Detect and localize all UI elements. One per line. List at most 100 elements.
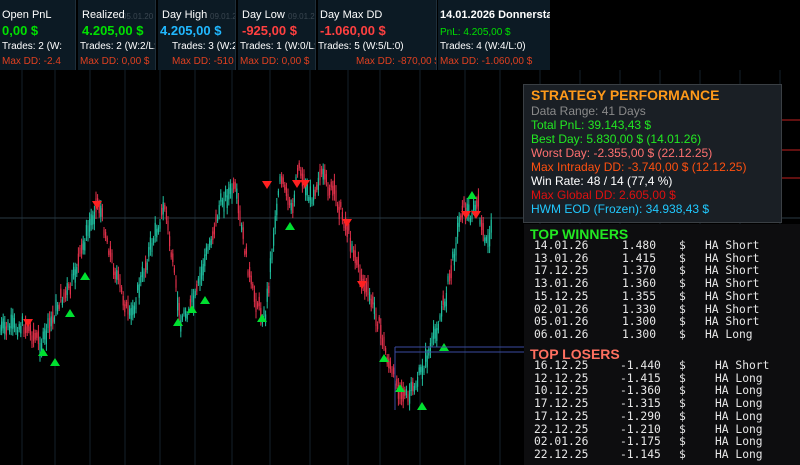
candle-body xyxy=(369,292,371,301)
candle-body xyxy=(125,301,127,307)
candle-body xyxy=(298,162,300,169)
sell-arrow-icon xyxy=(357,281,367,289)
candle-body xyxy=(213,226,215,235)
candle-body xyxy=(33,328,35,342)
candle-body xyxy=(346,226,348,237)
sell-arrow-icon xyxy=(292,180,302,188)
performance-title: STRATEGY PERFORMANCE xyxy=(531,87,720,103)
row-cur: $ xyxy=(679,302,686,316)
candle-body xyxy=(221,200,223,205)
row-cur: $ xyxy=(679,422,686,436)
row-amount: 1.300 xyxy=(622,315,657,329)
candle-body xyxy=(157,227,159,233)
candle-body xyxy=(133,306,135,314)
session-pnl: PnL: 4.205,00 $ xyxy=(440,27,511,38)
candle-body xyxy=(308,197,310,202)
session-dates: 14.01.2026 Donnerstag, 15.01.2026 xyxy=(440,9,550,21)
candle-body xyxy=(122,295,124,306)
candle-body xyxy=(7,321,9,328)
day-high-value: 4.205,00 $ xyxy=(160,23,222,38)
candle-body xyxy=(292,203,294,214)
candle-body xyxy=(236,188,238,199)
candle-body xyxy=(244,250,246,255)
candle-body xyxy=(215,213,217,223)
candle-body xyxy=(377,323,379,330)
row-date: 02.01.26 xyxy=(534,302,589,316)
candle-body xyxy=(55,299,57,311)
row-date: 02.01.26 xyxy=(534,435,589,449)
day-max-dd-maxdd: Max DD: -870,00 $ xyxy=(356,56,437,67)
candle-body xyxy=(276,203,278,216)
candle-body xyxy=(484,237,486,244)
row-cur: $ xyxy=(679,327,686,341)
candle-body xyxy=(23,327,25,334)
candle-body xyxy=(60,288,62,299)
candle-body xyxy=(290,203,292,211)
open-pnl-maxdd: Max DD: -2.4 xyxy=(2,56,61,67)
buy-arrow-icon xyxy=(417,402,427,410)
candle-body xyxy=(337,204,339,210)
candle-body xyxy=(138,284,140,298)
row-cur: $ xyxy=(679,251,686,265)
candle-body xyxy=(105,232,107,239)
candle-body xyxy=(457,222,459,237)
candle-body xyxy=(306,184,308,196)
candle-body xyxy=(137,284,139,291)
candle-body xyxy=(429,342,431,353)
candle-body xyxy=(258,296,260,306)
row-amount: 1.360 xyxy=(622,277,657,291)
candle-body xyxy=(450,265,452,279)
candle-body xyxy=(156,228,158,238)
candle-body xyxy=(349,237,351,252)
candle-body xyxy=(239,210,241,221)
candle-body xyxy=(269,258,271,273)
candle-body xyxy=(201,266,203,280)
candle-body xyxy=(194,291,196,296)
stat-worst-day: Worst Day: -2.355,00 $ (22.12.25) xyxy=(531,146,713,160)
candle-body xyxy=(228,187,230,200)
candle-body xyxy=(1,321,3,331)
candle-body xyxy=(47,318,49,329)
candle-body xyxy=(327,186,329,196)
candle-body xyxy=(162,202,164,215)
candle-body xyxy=(460,215,462,220)
candle-body xyxy=(77,253,79,267)
candle-body xyxy=(209,240,211,247)
candle-body xyxy=(482,223,484,236)
candle-body xyxy=(281,176,283,184)
candle-body xyxy=(212,231,214,240)
candle-body xyxy=(415,382,417,388)
open-pnl-title: Open PnL xyxy=(2,9,52,21)
candle-body xyxy=(412,382,414,391)
candle-body xyxy=(57,305,59,312)
candle-body xyxy=(191,293,193,303)
candle-body xyxy=(0,327,1,333)
candle-body xyxy=(473,200,475,211)
candle-body xyxy=(223,198,225,212)
candle-body xyxy=(218,205,220,215)
row-amount: 1.370 xyxy=(622,264,657,278)
candle-body xyxy=(245,246,247,254)
candle-body xyxy=(79,247,81,254)
realized-value: 4.205,00 $ xyxy=(82,23,144,38)
candle-body xyxy=(311,199,313,205)
buy-arrow-icon xyxy=(65,309,75,317)
candle-body xyxy=(242,227,244,239)
candle-body xyxy=(124,304,126,313)
candle-body xyxy=(31,335,33,344)
row-amount: -1.415 xyxy=(620,371,661,385)
candle-body xyxy=(441,305,443,317)
candle-body xyxy=(151,242,153,253)
row-amount: -1.210 xyxy=(620,422,661,436)
buy-arrow-icon xyxy=(173,318,183,326)
candle-body xyxy=(274,216,276,229)
candle-body xyxy=(28,326,30,332)
candle-body xyxy=(471,212,473,219)
candle-body xyxy=(63,292,65,300)
candle-body xyxy=(442,295,444,306)
candle-body xyxy=(335,190,337,201)
candle-body xyxy=(50,316,52,327)
candle-body xyxy=(247,271,249,276)
candle-body xyxy=(476,200,478,209)
candle-body xyxy=(29,324,31,336)
